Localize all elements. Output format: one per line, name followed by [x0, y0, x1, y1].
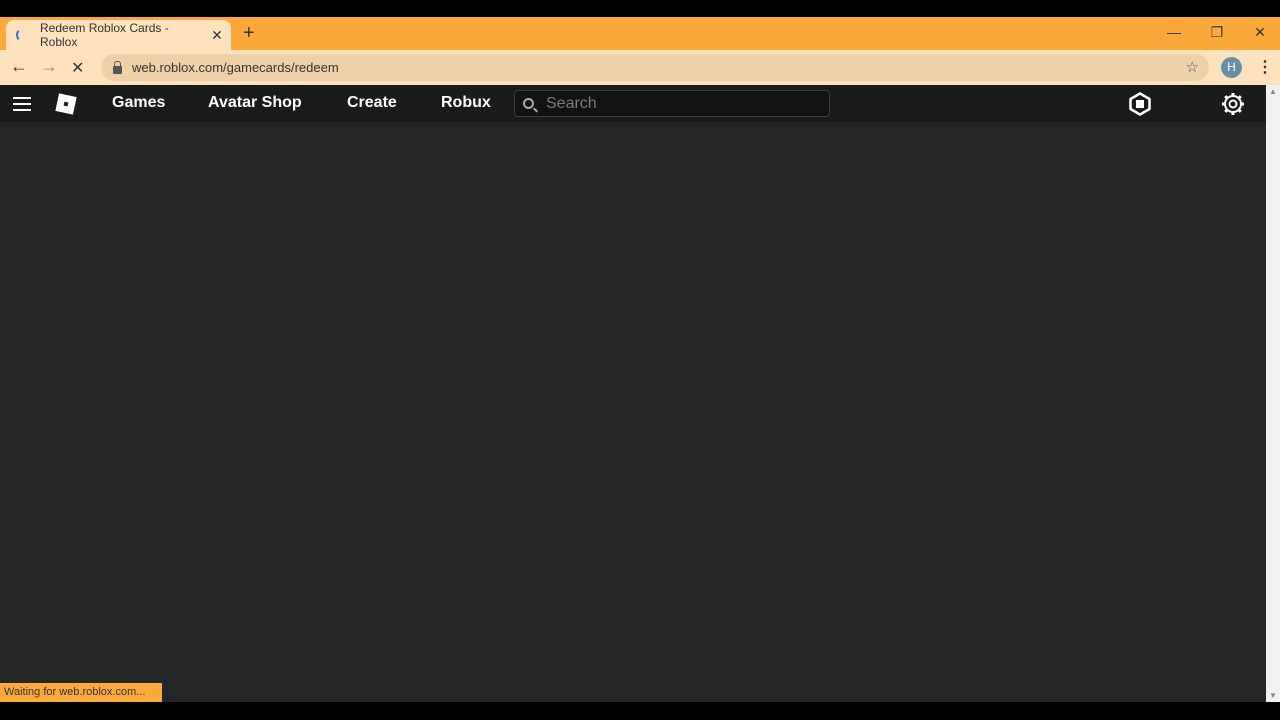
close-tab-icon[interactable]: ✕: [207, 27, 227, 44]
browser-tab[interactable]: Redeem Roblox Cards - Roblox ✕: [6, 20, 231, 50]
scroll-up-icon[interactable]: ▲: [1269, 87, 1277, 96]
nav-robux[interactable]: Robux: [441, 94, 491, 112]
settings-gear-icon[interactable]: [1221, 92, 1245, 116]
roblox-header: Games Avatar Shop Create Robux Search: [0, 85, 1266, 122]
page-content: [0, 122, 1266, 702]
screen-top-bar: [0, 0, 1280, 17]
browser-toolbar: ← → ✕ web.roblox.com/gamecards/redeem ☆ …: [0, 50, 1280, 85]
address-bar[interactable]: web.roblox.com/gamecards/redeem ☆: [101, 54, 1209, 81]
search-input[interactable]: Search: [514, 90, 830, 117]
nav-games[interactable]: Games: [112, 94, 165, 112]
new-tab-button[interactable]: +: [243, 22, 255, 45]
nav-create[interactable]: Create: [347, 94, 397, 112]
nav-avatar-shop[interactable]: Avatar Shop: [208, 94, 302, 112]
loading-spinner-icon: [16, 28, 30, 42]
minimize-button[interactable]: —: [1152, 17, 1196, 47]
back-button[interactable]: ←: [10, 56, 28, 77]
forward-button[interactable]: →: [40, 56, 58, 77]
search-icon: [523, 98, 534, 109]
hamburger-menu-icon[interactable]: [13, 97, 31, 115]
browser-menu-icon[interactable]: ⋮: [1257, 57, 1273, 77]
stop-loading-button[interactable]: ✕: [71, 58, 84, 78]
robux-icon[interactable]: [1128, 92, 1152, 116]
roblox-logo[interactable]: [55, 93, 77, 115]
screen-bottom-bar: [0, 702, 1280, 720]
scroll-down-icon[interactable]: ▼: [1269, 691, 1277, 700]
tab-title: Redeem Roblox Cards - Roblox: [40, 21, 169, 49]
bookmark-star-icon[interactable]: ☆: [1186, 58, 1199, 76]
url-text: web.roblox.com/gamecards/redeem: [132, 60, 339, 75]
scrollbar[interactable]: ▲ ▼: [1266, 85, 1280, 702]
profile-avatar[interactable]: H: [1221, 57, 1242, 78]
search-placeholder: Search: [546, 94, 597, 112]
tab-strip: Redeem Roblox Cards - Roblox ✕ + — ❐ ✕: [0, 17, 1280, 50]
lock-icon: [113, 60, 122, 74]
restore-button[interactable]: ❐: [1195, 17, 1239, 47]
close-window-button[interactable]: ✕: [1238, 17, 1280, 47]
status-bubble: Waiting for web.roblox.com...: [0, 683, 163, 702]
